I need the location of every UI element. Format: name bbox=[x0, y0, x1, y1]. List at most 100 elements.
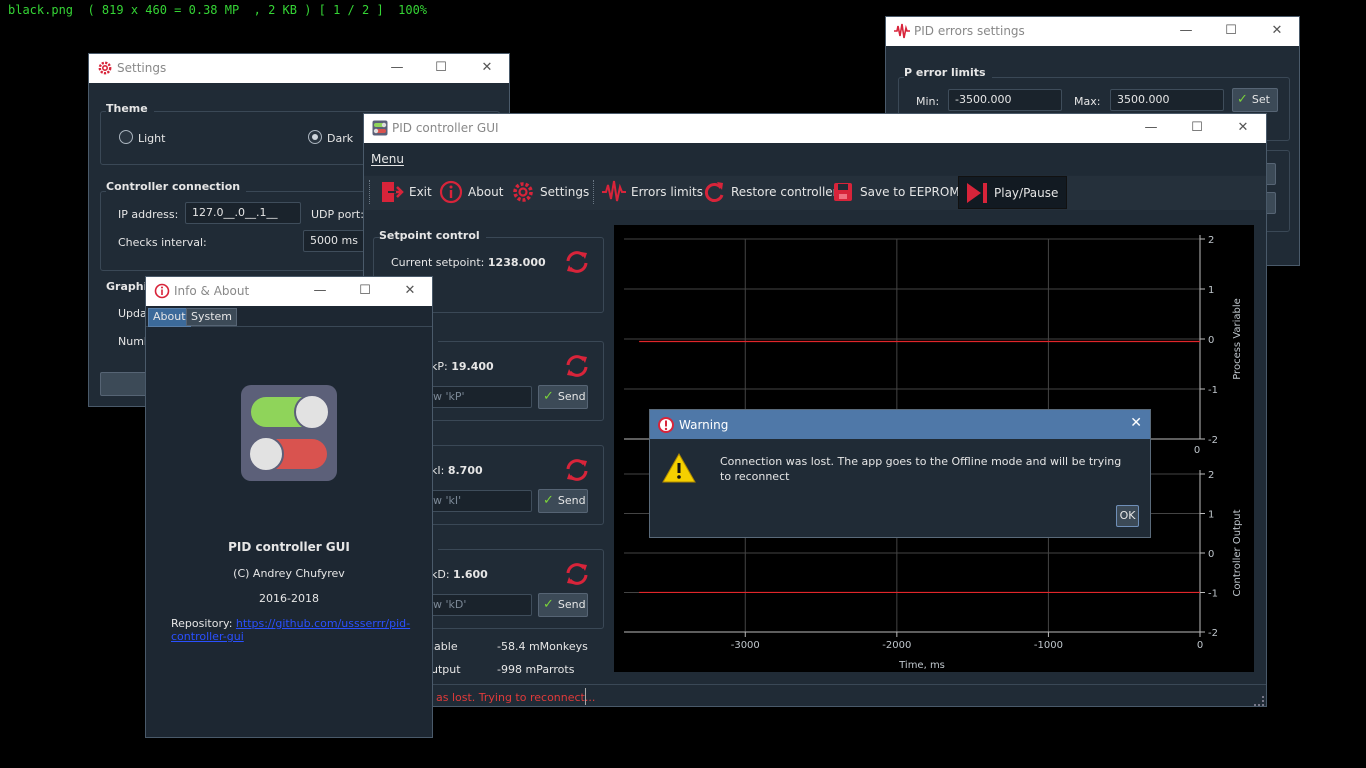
max-field[interactable]: 3500.000 bbox=[1110, 89, 1224, 111]
refresh-icon[interactable] bbox=[564, 561, 590, 587]
repository-line: Repository: https://github.com/ussserrr/… bbox=[171, 617, 411, 643]
image-viewer-status: black.png ( 819 x 460 = 0.38 MP , 2 KB )… bbox=[8, 3, 428, 17]
close-icon[interactable]: ✕ bbox=[1263, 21, 1291, 41]
restore-controller-button[interactable]: Restore controller bbox=[702, 176, 838, 208]
dark-label: Dark bbox=[327, 132, 354, 145]
y-tick-label: 2 bbox=[1208, 235, 1214, 246]
set-button[interactable]: ✓ Set bbox=[1232, 88, 1278, 112]
ki-value: 8.700 bbox=[447, 464, 483, 477]
window-title: Info & About bbox=[174, 284, 250, 298]
close-icon[interactable]: ✕ bbox=[396, 281, 424, 301]
warning-title-bar[interactable]: Warning ✕ bbox=[650, 410, 1150, 439]
warning-dialog: Warning ✕ Connection was lost. The app g… bbox=[649, 409, 1151, 538]
repository-label: Repository: bbox=[171, 617, 233, 630]
kp-send-button[interactable]: ✓ Send bbox=[538, 385, 588, 409]
settings-label: Settings bbox=[540, 185, 590, 199]
exit-label: Exit bbox=[409, 185, 432, 199]
y-tick-label: 1 bbox=[1208, 285, 1214, 296]
p-error-group-title: P error limits bbox=[904, 66, 992, 79]
save-eeprom-button[interactable]: Save to EEPROM bbox=[831, 176, 960, 208]
window-title: PID errors settings bbox=[914, 24, 1025, 38]
min-label: Min: bbox=[916, 95, 940, 108]
kd-input[interactable]: w 'kD' bbox=[426, 594, 532, 616]
status-divider bbox=[585, 688, 586, 705]
ip-field[interactable]: 127.0__.0__.1__ bbox=[185, 202, 301, 224]
min-field[interactable]: -3500.000 bbox=[948, 89, 1062, 111]
kd-value: 1.600 bbox=[453, 568, 488, 581]
check-icon: ✓ bbox=[543, 493, 554, 508]
light-radio[interactable] bbox=[119, 130, 133, 144]
play-pause-button[interactable]: Play/Pause bbox=[958, 176, 1068, 209]
y-tick-label: 2 bbox=[1208, 470, 1214, 481]
y-tick-label: -2 bbox=[1208, 628, 1218, 639]
warning-title-icon bbox=[658, 417, 674, 433]
refresh-icon[interactable] bbox=[564, 353, 590, 379]
check-icon: ✓ bbox=[543, 389, 554, 404]
x-tick-label: -3000 bbox=[731, 640, 760, 651]
y-axis-title: Controller Output bbox=[1232, 509, 1243, 596]
errors-limits-label: Errors limits bbox=[631, 185, 703, 199]
years: 2016-2018 bbox=[259, 592, 319, 605]
controller-output-label: utput bbox=[431, 663, 461, 676]
refresh-icon[interactable] bbox=[564, 457, 590, 483]
resize-grip-icon[interactable] bbox=[1254, 696, 1264, 706]
minimize-icon[interactable]: — bbox=[306, 281, 334, 301]
toolbar: Exit About Settings Errors limits Restor… bbox=[364, 176, 1266, 210]
setpoint-group-title: Setpoint control bbox=[379, 229, 486, 242]
restore-controller-label: Restore controller bbox=[731, 185, 838, 199]
check-icon: ✓ bbox=[543, 597, 554, 612]
title-bar[interactable]: Settings — ☐ ✕ bbox=[89, 54, 509, 83]
kd-label: kD: 1.600 bbox=[431, 568, 488, 581]
maximize-icon[interactable]: ☐ bbox=[427, 58, 455, 78]
kd-send-button[interactable]: ✓ Send bbox=[538, 593, 588, 617]
close-icon[interactable]: ✕ bbox=[473, 58, 501, 78]
play-pause-icon bbox=[967, 182, 987, 203]
ki-input[interactable]: w 'kI' bbox=[426, 490, 532, 512]
about-label: About bbox=[468, 185, 504, 199]
y-tick-label: -2 bbox=[1208, 435, 1218, 446]
y-tick-label: -1 bbox=[1208, 589, 1218, 600]
send-label: Send bbox=[557, 598, 586, 611]
window-title: PID controller GUI bbox=[392, 121, 499, 135]
check-icon: ✓ bbox=[1237, 92, 1248, 107]
current-setpoint-value: 1238.000 bbox=[487, 256, 546, 269]
ok-button[interactable]: OK bbox=[1116, 505, 1139, 527]
ki-send-button[interactable]: ✓ Send bbox=[538, 489, 588, 513]
maximize-icon[interactable]: ☐ bbox=[351, 281, 379, 301]
light-label: Light bbox=[138, 132, 166, 145]
maximize-icon[interactable]: ☐ bbox=[1217, 21, 1245, 41]
app-name: PID controller GUI bbox=[228, 540, 350, 554]
warning-message: Connection was lost. The app goes to the… bbox=[720, 455, 1122, 483]
close-icon[interactable]: ✕ bbox=[1229, 118, 1257, 138]
errors-limits-button[interactable]: Errors limits bbox=[602, 176, 703, 208]
window-title: Settings bbox=[117, 61, 167, 75]
send-label: Send bbox=[557, 494, 586, 507]
settings-button[interactable]: Settings bbox=[511, 176, 589, 208]
tab-system[interactable]: System bbox=[186, 308, 238, 326]
about-button[interactable]: About bbox=[439, 176, 503, 208]
minimize-icon[interactable]: — bbox=[1172, 21, 1200, 41]
title-bar[interactable]: PID controller GUI — ☐ ✕ bbox=[364, 114, 1266, 143]
y-tick-label: 0 bbox=[1208, 335, 1214, 346]
menu-item[interactable]: Menu bbox=[371, 152, 404, 166]
process-variable-value: -58.4 mMonkeys bbox=[497, 640, 588, 653]
process-variable-label: iable bbox=[431, 640, 458, 653]
udp-label: UDP port: bbox=[311, 208, 364, 221]
dark-radio[interactable] bbox=[308, 130, 322, 144]
kp-input[interactable]: w 'kP' bbox=[426, 386, 532, 408]
title-bar[interactable]: Info & About — ☐ ✕ bbox=[146, 277, 432, 306]
maximize-icon[interactable]: ☐ bbox=[1183, 118, 1211, 138]
warning-icon bbox=[662, 452, 696, 483]
close-icon[interactable]: ✕ bbox=[1130, 415, 1142, 431]
exit-button[interactable]: Exit bbox=[380, 176, 432, 208]
theme-group-title: Theme bbox=[106, 102, 154, 115]
x-tick-label: 0 bbox=[1197, 640, 1203, 651]
title-bar[interactable]: PID errors settings — ☐ ✕ bbox=[886, 17, 1299, 46]
gear-icon bbox=[513, 182, 533, 202]
tab-about[interactable]: About bbox=[148, 308, 191, 327]
status-bar: as lost. Trying to reconnect... bbox=[364, 684, 1266, 706]
minimize-icon[interactable]: — bbox=[1137, 118, 1165, 138]
kp-label: kP: 19.400 bbox=[431, 360, 494, 373]
refresh-icon[interactable] bbox=[564, 249, 590, 275]
minimize-icon[interactable]: — bbox=[383, 58, 411, 78]
